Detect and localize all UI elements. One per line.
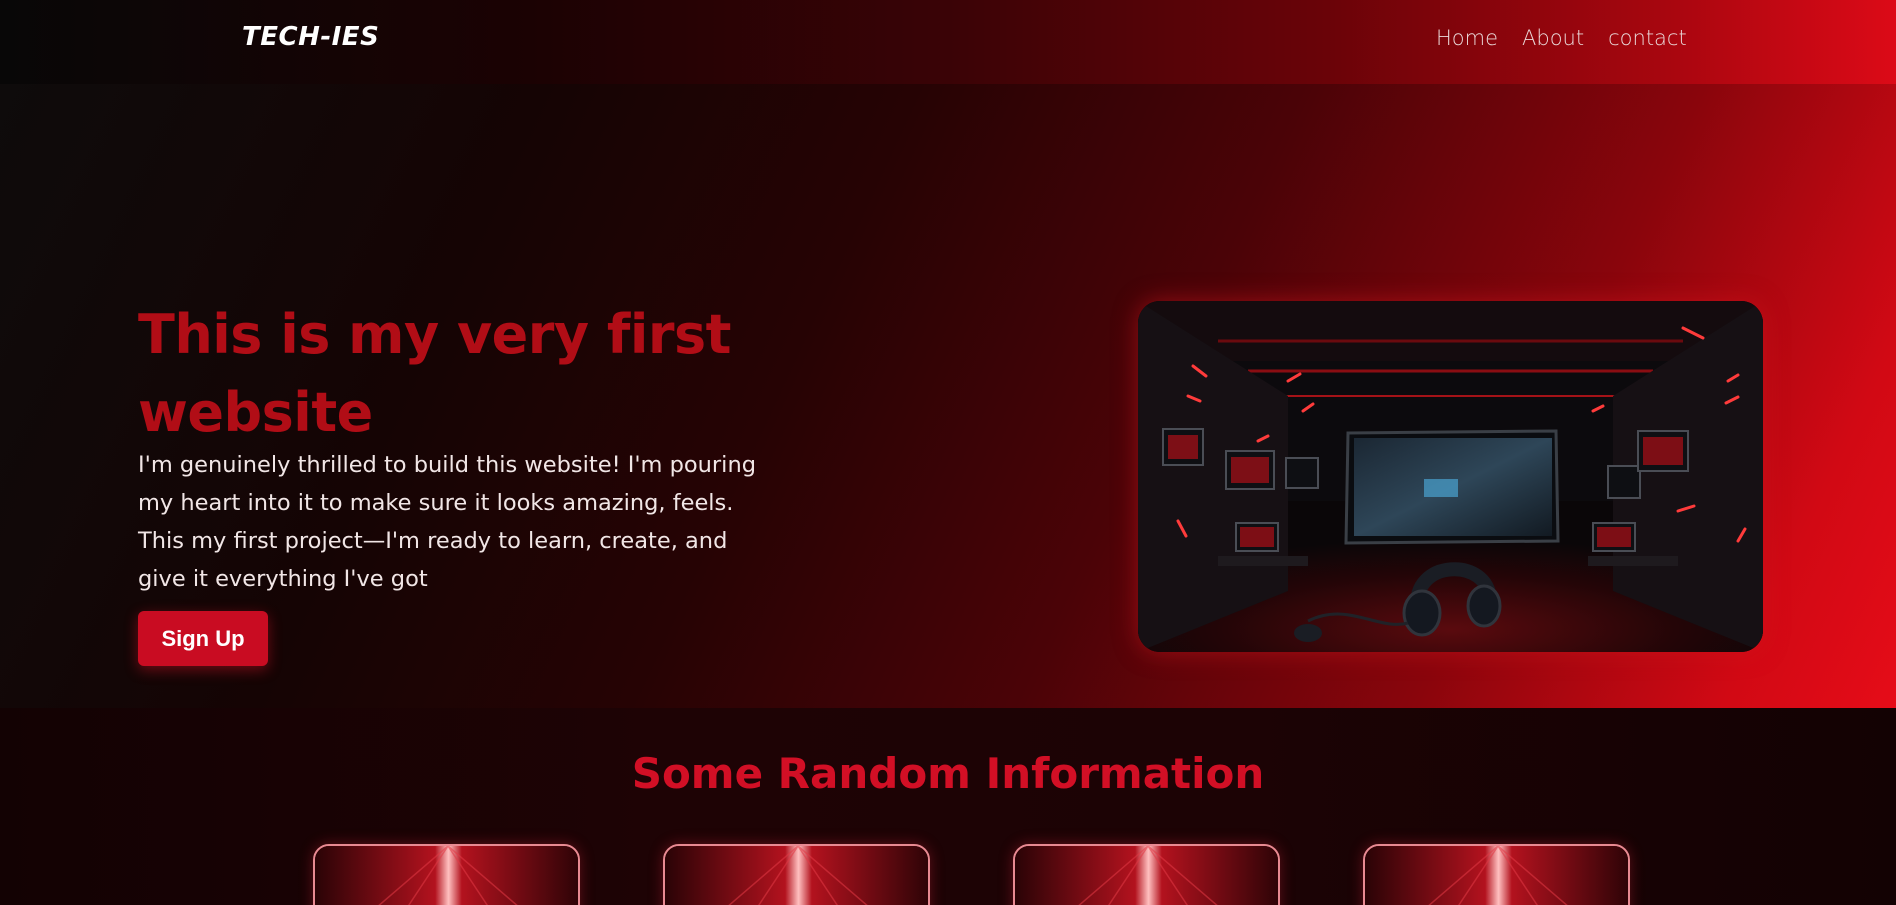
hero-title: This is my very first website (138, 303, 732, 444)
hero-description: I'm genuinely thrilled to build this web… (138, 452, 756, 592)
info-card[interactable] (313, 844, 580, 905)
nav-link-about[interactable]: About (1522, 26, 1584, 50)
navbar: TECH-IES Home About contact (0, 0, 1896, 84)
nav-link-contact[interactable]: contact (1608, 26, 1687, 50)
red-light-card-image (1015, 846, 1278, 905)
nav-link-home[interactable]: Home (1436, 26, 1498, 50)
red-light-card-image (1365, 846, 1628, 905)
info-card[interactable] (1013, 844, 1280, 905)
nav-links: Home About contact (1436, 26, 1687, 50)
signup-button[interactable]: Sign Up (138, 611, 268, 666)
info-card[interactable] (1363, 844, 1630, 905)
info-card[interactable] (663, 844, 930, 905)
red-light-card-image (665, 846, 928, 905)
red-light-card-image (315, 846, 578, 905)
section-title: Some Random Information (631, 749, 1265, 798)
gaming-room-image (1138, 301, 1763, 652)
site-logo[interactable]: TECH-IES (242, 22, 379, 52)
info-section: Some Random Information (0, 708, 1896, 905)
hero-section: This is my very first website I'm genuin… (0, 84, 1896, 708)
